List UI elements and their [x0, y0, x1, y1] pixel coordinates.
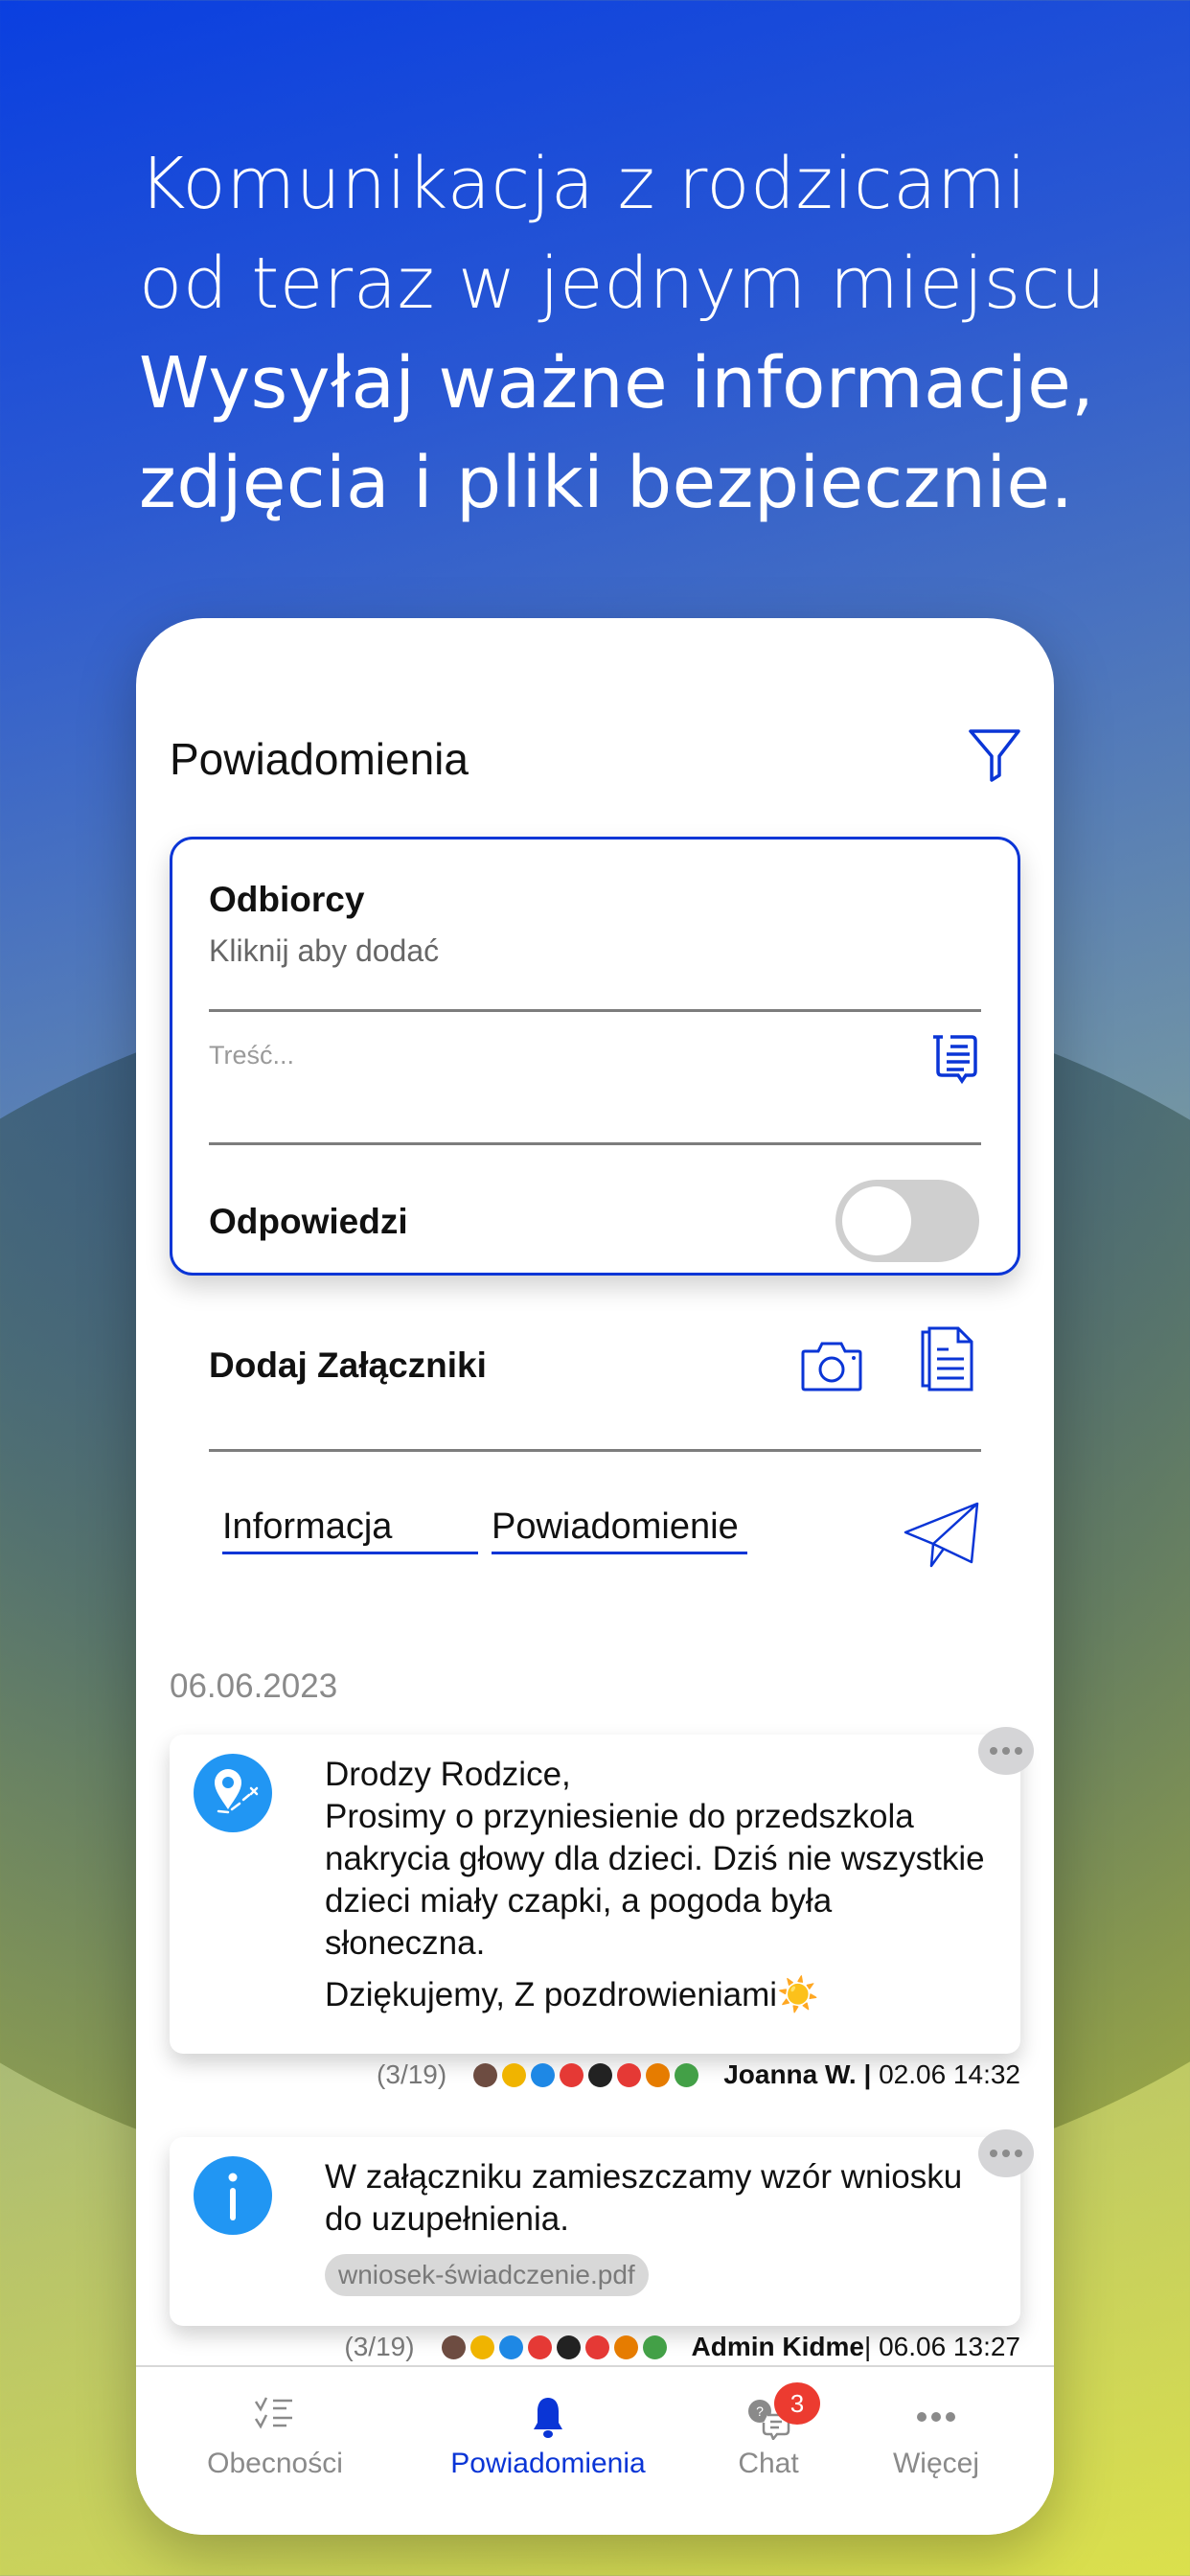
bell-icon [534, 2398, 562, 2438]
replies-toggle[interactable] [835, 1180, 979, 1262]
post-body: Drodzy Rodzice, Prosimy o przyniesienie … [325, 1754, 995, 2016]
divider [209, 1449, 981, 1452]
svg-text:?: ? [756, 2404, 764, 2419]
recipients-input[interactable]: Kliknij aby dodać [209, 933, 439, 969]
tab-notifications[interactable]: Powiadomienia [443, 2367, 653, 2535]
post-author: Joanna W. [723, 2059, 857, 2089]
divider [209, 1009, 981, 1012]
headline-line-2: od teraz w jednym miejscu [139, 242, 1107, 325]
read-count: (3/19) [377, 2059, 447, 2089]
content-input[interactable]: Treść... [209, 1041, 294, 1070]
tab-label: Więcej [892, 2448, 979, 2479]
read-count: (3/19) [344, 2332, 415, 2361]
post-meta: (3/19) Joanna W. | 02.06 14:32 [377, 2059, 1020, 2090]
post-greeting: Drodzy Rodzice, [325, 1756, 571, 1793]
tab-chat[interactable]: ? 3 Chat [711, 2367, 826, 2535]
group-dot [441, 2334, 466, 2359]
post-time: 06.06 13:27 [879, 2332, 1020, 2361]
message-composer: Odbiorcy Kliknij aby dodać Treść... Odpo… [170, 837, 1020, 1568]
post-body: W załączniku zamieszczamy wzór wniosku d… [325, 2156, 995, 2241]
info-icon [194, 2156, 272, 2235]
group-dot [531, 2062, 556, 2087]
attachment-chip[interactable]: wniosek-świadczenie.pdf [325, 2254, 649, 2296]
dot [1015, 1747, 1022, 1755]
group-dot [502, 2062, 527, 2087]
attachments-label: Dodaj Załączniki [209, 1346, 487, 1385]
post-time: 02.06 14:32 [879, 2059, 1020, 2089]
send-icon[interactable] [903, 1501, 981, 1570]
group-dots [441, 2334, 667, 2359]
group-dot [675, 2062, 699, 2087]
group-dot [642, 2334, 667, 2359]
more-icon [917, 2412, 955, 2422]
group-dot [560, 2062, 584, 2087]
group-dots [473, 2062, 699, 2087]
group-dot [613, 2334, 638, 2359]
meta-separator: | [856, 2059, 880, 2089]
post-author: Admin Kidme [691, 2332, 865, 2361]
post-more-button[interactable] [978, 1727, 1034, 1775]
toggle-knob [842, 1186, 911, 1255]
tab-label: Powiadomienia [450, 2448, 646, 2479]
page-title: Powiadomienia [170, 734, 469, 784]
post-signoff: Dziękujemy, Z pozdrowieniami☀️ [325, 1974, 995, 2016]
marketing-headline: Komunikacja z rodzicami od teraz w jedny… [139, 134, 1106, 533]
notification-card[interactable]: Drodzy Rodzice, Prosimy o przyniesienie … [170, 1727, 1034, 2054]
type-tab-notification[interactable]: Powiadomienie [492, 1506, 747, 1554]
group-dot [498, 2334, 523, 2359]
headline-line-4: zdjęcia i pliki bezpiecznie. [139, 442, 1074, 524]
dot [1015, 2150, 1022, 2157]
document-icon[interactable] [920, 1326, 975, 1392]
feed-date: 06.06.2023 [170, 1668, 338, 1705]
group-dot [617, 2062, 642, 2087]
checklist-icon [254, 2397, 292, 2429]
post-paragraph: Prosimy o przyniesienie do przedszkola n… [325, 1798, 985, 1962]
dot [1002, 1747, 1010, 1755]
post-paragraph: W załączniku zamieszczamy wzór wniosku d… [325, 2158, 963, 2238]
sun-emoji: ☀️ [777, 1976, 819, 2013]
dot [990, 2150, 997, 2157]
location-route-icon [194, 1754, 272, 1832]
group-dot [473, 2062, 498, 2087]
dot [1002, 2150, 1010, 2157]
notification-card[interactable]: W załączniku zamieszczamy wzór wniosku d… [170, 2129, 1034, 2326]
post-more-button[interactable] [978, 2129, 1034, 2177]
group-dot [646, 2062, 671, 2087]
dot [990, 1747, 997, 1755]
post-meta: (3/19) Admin Kidme | 06.06 13:27 [344, 2332, 1020, 2362]
post-signoff-text: Dziękujemy, Z pozdrowieniami [325, 1976, 778, 2013]
group-dot [527, 2334, 552, 2359]
divider [209, 1142, 981, 1145]
headline-line-1: Komunikacja z rodzicami [139, 143, 1027, 225]
headline-line-3: Wysyłaj ważne informacje, [139, 342, 1095, 425]
filter-icon[interactable] [966, 725, 1023, 783]
group-dot [469, 2334, 494, 2359]
chat-badge: 3 [774, 2382, 820, 2425]
camera-icon[interactable] [799, 1336, 864, 1393]
tab-label: Chat [738, 2448, 799, 2479]
tab-label: Obecności [207, 2448, 343, 2479]
recipients-label: Odbiorcy [209, 880, 365, 919]
group-dot [584, 2334, 609, 2359]
tab-more[interactable]: Więcej [874, 2367, 998, 2535]
replies-label: Odpowiedzi [209, 1202, 408, 1241]
template-icon[interactable] [929, 1031, 979, 1085]
tab-attendance[interactable]: Obecności [194, 2367, 356, 2535]
phone-screen: Powiadomienia Odbiorcy Kliknij aby dodać… [136, 618, 1054, 2535]
group-dot [556, 2334, 581, 2359]
group-dot [588, 2062, 613, 2087]
type-tab-information[interactable]: Informacja [222, 1506, 478, 1554]
meta-separator: | [864, 2332, 880, 2361]
bottom-tab-bar: Obecności Powiadomienia ? 3 Chat Więcej [136, 2365, 1054, 2535]
